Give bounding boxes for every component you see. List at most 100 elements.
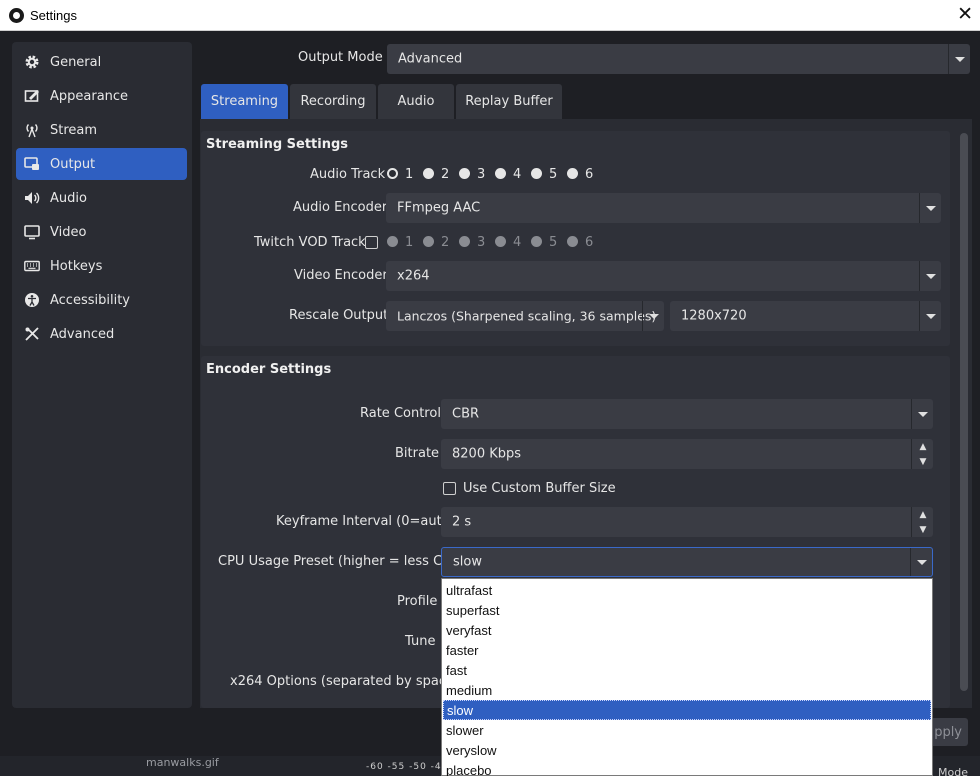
twitch-vod-checkbox[interactable] <box>365 236 378 249</box>
chevron-down-icon <box>948 44 970 74</box>
window-title: Settings <box>30 8 77 23</box>
vod-track-label-6: 6 <box>585 235 594 250</box>
bitrate-value: 8200 Kbps <box>452 446 522 462</box>
chevron-down-icon <box>919 301 941 331</box>
vod-track-radio-6 <box>567 236 578 247</box>
background-mode-label: Mode <box>938 766 968 776</box>
sidebar-item-stream[interactable]: Stream <box>16 114 187 146</box>
sidebar-item-video[interactable]: Video <box>16 216 187 248</box>
audio-track-label-3: 3 <box>477 167 486 182</box>
tab-streaming[interactable]: Streaming <box>201 84 288 119</box>
output-mode-value: Advanced <box>398 51 463 67</box>
audio-track-radio-2[interactable] <box>423 168 434 179</box>
rescale-filter-select[interactable]: Lanczos (Sharpened scaling, 36 samples) <box>386 301 664 331</box>
audio-track-radio-6[interactable] <box>567 168 578 179</box>
tab-label: Streaming <box>210 94 279 109</box>
appearance-icon <box>24 88 40 104</box>
tab-replay-buffer[interactable]: Replay Buffer <box>456 84 562 119</box>
apply-label: pply <box>934 724 962 740</box>
sidebar-item-general[interactable]: General <box>16 46 187 78</box>
dropdown-option-fast[interactable]: fast <box>443 660 931 680</box>
rescale-resolution-select[interactable]: 1280x720 <box>670 301 941 331</box>
audio-track-label-4: 4 <box>513 167 522 182</box>
tab-audio[interactable]: Audio <box>378 84 454 119</box>
keyframe-interval-spinbox[interactable]: 2 s ▲ ▼ <box>441 507 933 537</box>
spin-buttons: ▲ ▼ <box>911 507 933 537</box>
monitor-icon <box>24 224 40 240</box>
panel-scrollbar[interactable] <box>958 131 970 695</box>
tab-label: Recording <box>300 94 366 109</box>
sidebar-item-hotkeys[interactable]: Hotkeys <box>16 250 187 282</box>
dropdown-option-superfast[interactable]: superfast <box>443 600 931 620</box>
dropdown-option-placebo[interactable]: placebo <box>443 760 931 776</box>
dropdown-option-veryslow[interactable]: veryslow <box>443 740 931 760</box>
dropdown-option-faster[interactable]: faster <box>443 640 931 660</box>
dropdown-option-veryfast[interactable]: veryfast <box>443 620 931 640</box>
vod-track-radio-4 <box>495 236 506 247</box>
antenna-icon <box>24 122 40 138</box>
background-file-name: manwalks.gif <box>146 756 219 769</box>
vod-track-label-1: 1 <box>405 235 414 250</box>
bitrate-label: Bitrate <box>395 446 440 461</box>
audio-encoder-select[interactable]: FFmpeg AAC <box>386 193 941 223</box>
audio-encoder-label: Audio Encoder <box>293 200 388 215</box>
sidebar-item-accessibility[interactable]: Accessibility <box>16 284 187 316</box>
tune-label: Tune <box>405 634 436 649</box>
cpu-preset-label: CPU Usage Preset (higher = less CPU) <box>218 554 465 569</box>
vod-track-label-2: 2 <box>441 235 450 250</box>
dropdown-option-slow[interactable]: slow <box>443 700 931 720</box>
rate-control-label: Rate Control <box>360 406 441 421</box>
video-encoder-label: Video Encoder <box>294 268 388 283</box>
profile-label: Profile <box>397 594 438 609</box>
vod-track-label-3: 3 <box>477 235 486 250</box>
sidebar-item-advanced[interactable]: Advanced <box>16 318 187 350</box>
bitrate-spinbox[interactable]: 8200 Kbps ▲ ▼ <box>441 439 933 469</box>
rate-control-select[interactable]: CBR <box>441 399 933 429</box>
dropdown-option-medium[interactable]: medium <box>443 680 931 700</box>
audio-track-label-1: 1 <box>405 167 414 182</box>
chevron-down-icon <box>919 193 941 223</box>
audio-track-radio-1[interactable] <box>387 168 398 179</box>
vod-track-radio-3 <box>459 236 470 247</box>
video-encoder-select[interactable]: x264 <box>386 261 941 291</box>
rescale-resolution-value: 1280x720 <box>681 308 747 324</box>
close-icon[interactable]: ✕ <box>957 5 973 24</box>
sidebar-item-label: Output <box>50 156 96 172</box>
dropdown-option-ultrafast[interactable]: ultrafast <box>443 580 931 600</box>
vod-track-label-5: 5 <box>549 235 558 250</box>
scrollbar-thumb[interactable] <box>960 133 968 691</box>
sidebar-item-label: Appearance <box>50 88 129 104</box>
sidebar-item-appearance[interactable]: Appearance <box>16 80 187 112</box>
tab-recording[interactable]: Recording <box>290 84 376 119</box>
custom-buffer-checkbox[interactable] <box>443 482 456 495</box>
audio-track-label-6: 6 <box>585 167 594 182</box>
audio-track-radio-4[interactable] <box>495 168 506 179</box>
dropdown-option-slower[interactable]: slower <box>443 720 931 740</box>
sidebar-item-label: Accessibility <box>50 292 130 308</box>
chevron-down-icon <box>919 261 941 291</box>
chevron-down-icon <box>911 399 933 429</box>
spin-up-icon[interactable]: ▲ <box>912 507 934 522</box>
output-mode-label: Output Mode <box>298 50 383 65</box>
twitch-vod-label: Twitch VOD Track <box>254 235 366 250</box>
sidebar-item-output[interactable]: Output <box>16 148 187 180</box>
speaker-icon <box>24 190 40 206</box>
custom-buffer-label: Use Custom Buffer Size <box>463 481 616 496</box>
sidebar-item-label: General <box>50 54 102 70</box>
audio-track-radio-3[interactable] <box>459 168 470 179</box>
tab-label: Replay Buffer <box>465 94 553 109</box>
cpu-preset-select[interactable]: slow <box>441 547 933 577</box>
sidebar-item-audio[interactable]: Audio <box>16 182 187 214</box>
x264-options-label: x264 Options (separated by space) <box>230 674 460 689</box>
spin-down-icon[interactable]: ▼ <box>912 454 934 469</box>
chevron-down-icon <box>642 301 664 331</box>
tools-icon <box>24 326 40 342</box>
audio-track-radio-5[interactable] <box>531 168 542 179</box>
output-mode-select[interactable]: Advanced <box>387 44 970 74</box>
spin-up-icon[interactable]: ▲ <box>912 439 934 454</box>
encoder-settings-title: Encoder Settings <box>206 362 332 377</box>
sidebar-item-label: Audio <box>50 190 87 206</box>
spin-down-icon[interactable]: ▼ <box>912 522 934 537</box>
keyframe-interval-value: 2 s <box>452 514 472 530</box>
chevron-down-icon <box>910 548 932 576</box>
